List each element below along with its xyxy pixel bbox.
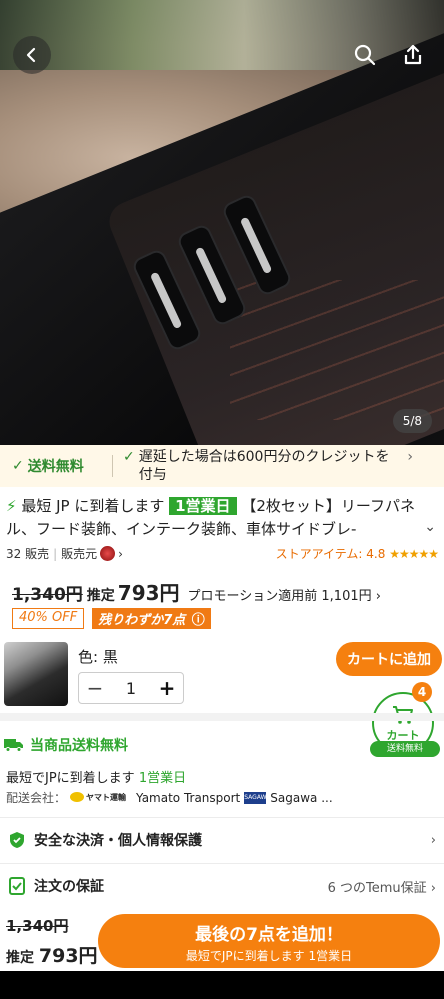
- chevron-right-icon: ›: [430, 832, 436, 848]
- free-shipping-label: ✓ 送料無料: [12, 458, 84, 475]
- document-check-icon: [8, 877, 26, 895]
- image-defroster-lines: [230, 280, 444, 420]
- product-title[interactable]: ⚡ 最短 JP に到着します 1営業日 【2枚セット】リーフパネル、フード装飾、…: [6, 495, 426, 541]
- shipping-banner[interactable]: ✓ 送料無料 ✓ 遅延した場合は600円分のクレジットを付与 ›: [0, 445, 444, 487]
- security-row[interactable]: 安全な決済・個人情報保護 ›: [0, 818, 444, 862]
- decrease-button[interactable]: −: [79, 676, 111, 700]
- fast-delivery-badge: 1営業日: [169, 497, 237, 515]
- search-icon: [354, 44, 376, 66]
- product-image[interactable]: 5/8: [0, 0, 444, 445]
- bottom-current-price: 793円: [38, 945, 98, 967]
- increase-button[interactable]: +: [151, 676, 183, 700]
- variant-row: 色: 黒 − 1 + カートに追加: [4, 642, 444, 708]
- cart-count-badge: 4: [412, 682, 432, 702]
- guarantee-count: 6 つのTemu保証: [327, 880, 427, 896]
- guarantee-row[interactable]: 注文の保証 6 つのTemu保証 ›: [0, 864, 444, 908]
- add-last-items-button[interactable]: 最後の7点を追加！ 最短でJPに到着します 1営業日: [98, 914, 440, 968]
- color-label: 色: 黒: [78, 648, 118, 666]
- share-button[interactable]: [394, 36, 432, 74]
- truck-icon: [4, 739, 23, 752]
- sales-count: 32 販売: [6, 547, 50, 561]
- cta-main-label: 最後の7点を追加！: [195, 925, 343, 945]
- variant-thumbnail[interactable]: [4, 642, 68, 706]
- quantity-stepper: − 1 +: [78, 672, 184, 704]
- delay-credit-label[interactable]: ✓ 遅延した場合は600円分のクレジットを付与 ›: [113, 448, 413, 484]
- seller-avatar[interactable]: [100, 546, 116, 561]
- yamato-logo: ヤマト運輸: [70, 791, 133, 804]
- carrier-info: 配送会社： ヤマト運輸 Yamato Transport SAGAWA Saga…: [6, 790, 333, 806]
- section-divider: [0, 713, 444, 721]
- quantity-value[interactable]: 1: [111, 679, 151, 698]
- bottom-original-price: 1,340円: [6, 917, 69, 935]
- sales-row: 32 販売 | 販売元 › ストアアイテム: 4.8 ★★★★★: [6, 545, 439, 562]
- store-rating[interactable]: ストアアイテム: 4.8 ★★★★★: [276, 545, 439, 562]
- product-details: ⚡ 最短 JP に到着します 1営業日 【2枚セット】リーフパネル、フード装飾、…: [0, 487, 444, 917]
- promo-price-link[interactable]: プロモーション適用前 1,101円 ›: [188, 585, 381, 604]
- check-icon: ✓: [123, 449, 135, 465]
- bottom-estimate: 推定 793円: [6, 945, 98, 967]
- shield-check-icon: [8, 831, 26, 849]
- cta-sub-label: 最短でJPに到着します 1営業日: [185, 949, 353, 963]
- tags-row: 40% OFF 残りわずか7点 ⓘ: [12, 608, 211, 629]
- original-price: 1,340円: [12, 585, 83, 605]
- seller-label[interactable]: 販売元: [61, 545, 97, 562]
- low-stock-tag[interactable]: 残りわずか7点 ⓘ: [92, 608, 211, 629]
- chevron-right-icon: ›: [430, 880, 436, 896]
- chevron-down-icon[interactable]: ⌄: [424, 519, 436, 535]
- floating-cart-button[interactable]: 4 カート 送料無料: [370, 682, 440, 757]
- add-to-cart-button[interactable]: カートに追加: [336, 642, 442, 676]
- sagawa-logo: SAGAWA: [244, 791, 270, 804]
- current-price: 793円: [117, 581, 180, 605]
- discount-tag: 40% OFF: [12, 608, 85, 629]
- shipping-title: 当商品送料無料: [4, 735, 128, 755]
- cart-free-shipping: 送料無料: [370, 741, 440, 757]
- chevron-right-icon: ›: [118, 546, 123, 561]
- check-icon: ✓: [12, 458, 24, 474]
- help-icon: ⓘ: [191, 613, 205, 628]
- lightning-icon: ⚡: [6, 497, 17, 515]
- chevron-right-icon: ›: [407, 449, 413, 465]
- share-icon: [404, 44, 422, 65]
- arrival-info: 最短でJPに到着します 1営業日: [6, 771, 187, 786]
- back-arrow-icon: [26, 47, 36, 63]
- back-button[interactable]: [13, 36, 51, 74]
- search-button[interactable]: [346, 36, 384, 74]
- bottom-purchase-bar: 1,340円 推定 793円 最後の7点を追加！ 最短でJPに到着します 1営業…: [0, 911, 444, 971]
- rating-stars: ★★★★★: [389, 547, 439, 561]
- estimate-label: 推定: [86, 588, 115, 604]
- price-row: 1,340円 推定 793円 プロモーション適用前 1,101円 ›: [12, 577, 442, 606]
- image-page-indicator: 5/8: [392, 409, 432, 433]
